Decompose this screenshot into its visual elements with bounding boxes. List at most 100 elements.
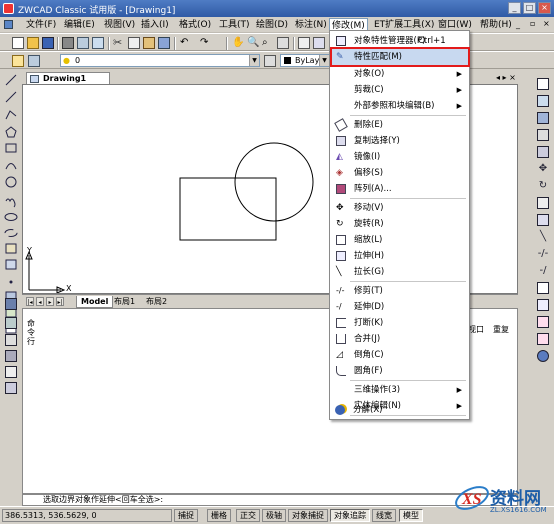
menu-item-chamfer[interactable]: ◿ 倒角(C) — [332, 347, 468, 363]
publish-icon[interactable] — [92, 37, 104, 49]
last-tab-icon[interactable]: ▸| — [56, 297, 64, 306]
layer-state-icon[interactable] — [5, 317, 17, 329]
menu-item-lengthen[interactable]: ╲ 拉长(G) — [332, 264, 468, 280]
menu-item-clip[interactable]: 剪裁(C) ▶ — [332, 82, 468, 98]
menu-view[interactable]: 视图(V) — [102, 18, 137, 32]
menu-item-offset[interactable]: ◈ 偏移(S) — [332, 165, 468, 181]
open-folder-icon[interactable] — [27, 37, 39, 49]
model-toggle[interactable]: 模型 — [399, 509, 423, 522]
menu-tools[interactable]: 工具(T) — [217, 18, 252, 32]
multiline-text-icon[interactable] — [5, 298, 17, 310]
color-select[interactable]: ByLayer ▼ — [280, 54, 330, 67]
menu-item-properties[interactable]: 对象特性管理器(P) Ctrl+1 — [332, 33, 468, 49]
layer-manager-icon[interactable] — [12, 55, 24, 67]
undo-icon[interactable]: ↶ — [180, 37, 192, 49]
copy-icon[interactable] — [128, 37, 140, 49]
extend-object-icon[interactable]: -/ — [537, 265, 549, 277]
menu-item-object[interactable]: 对象(O) ▶ — [332, 66, 468, 82]
copy-object-icon[interactable] — [537, 95, 549, 107]
menu-item-3d-operations[interactable]: 三维操作(3) ▶ — [332, 382, 468, 398]
layer-select[interactable]: ● 0 ▼ — [60, 54, 260, 67]
print-preview-icon[interactable] — [77, 37, 89, 49]
join-object-icon[interactable] — [537, 299, 549, 311]
minimize-icon[interactable]: _ — [508, 2, 521, 14]
save-icon[interactable] — [42, 37, 54, 49]
cut-icon[interactable]: ✂ — [113, 37, 125, 49]
menu-item-trim[interactable]: -/- 修剪(T) — [332, 283, 468, 299]
print-icon[interactable] — [62, 37, 74, 49]
array-object-icon[interactable] — [537, 146, 549, 158]
match-properties-icon[interactable] — [158, 37, 170, 49]
zoom-realtime-icon[interactable]: 🔍 — [247, 37, 259, 49]
table-icon[interactable] — [5, 366, 17, 378]
paste-icon[interactable] — [143, 37, 155, 49]
mirror-object-icon[interactable] — [537, 112, 549, 124]
explode-object-icon[interactable] — [537, 350, 549, 362]
command-line[interactable]: 选取边界对象作延伸<回车全选>: — [22, 494, 518, 506]
menu-item-fillet[interactable]: 圆角(F) — [332, 363, 468, 379]
menu-format[interactable]: 格式(O) — [177, 18, 213, 32]
osnap-toggle[interactable]: 对象捕捉 — [288, 509, 328, 522]
zoom-window-icon[interactable]: ⌕ — [262, 37, 274, 49]
next-tab-icon[interactable]: ▸ — [46, 297, 54, 306]
pan-hand-icon[interactable]: ✋ — [232, 37, 244, 49]
make-current-icon[interactable] — [264, 55, 276, 67]
tab-model[interactable]: Model — [76, 296, 114, 308]
prev-tab-icon[interactable]: ◂ — [36, 297, 44, 306]
close-icon[interactable]: × — [538, 2, 551, 14]
view-icon[interactable] — [5, 334, 17, 346]
move-object-icon[interactable]: ✥ — [537, 163, 549, 175]
break-object-icon[interactable] — [537, 282, 549, 294]
menu-item-explode[interactable]: 分解(X) — [331, 402, 467, 418]
scale-object-icon[interactable] — [537, 197, 549, 209]
menu-item-extend[interactable]: -/ 延伸(D) — [332, 299, 468, 315]
menu-item-join[interactable]: 合并(J) — [332, 331, 468, 347]
chevron-down-icon[interactable]: ▼ — [319, 55, 329, 66]
mdi-close-icon[interactable]: × — [543, 19, 550, 28]
polar-toggle[interactable]: 极轴 — [262, 509, 286, 522]
otrack-toggle[interactable]: 对象追踪 — [330, 509, 370, 522]
redo-icon[interactable]: ↷ — [200, 37, 212, 49]
menu-item-match-properties[interactable]: ✎ 特性匹配(M) — [330, 47, 470, 67]
properties-icon[interactable] — [298, 37, 310, 49]
menu-item-mirror[interactable]: ◭ 镜像(I) — [332, 149, 468, 165]
zoom-previous-icon[interactable] — [277, 37, 289, 49]
grid-toggle[interactable]: 栅格 — [207, 509, 231, 522]
offset-object-icon[interactable] — [537, 129, 549, 141]
trim-object-icon[interactable]: -/- — [537, 248, 549, 260]
menu-draw[interactable]: 绘图(D) — [254, 18, 290, 32]
chamfer-object-icon[interactable] — [537, 316, 549, 328]
menu-item-array[interactable]: 阵列(A)... — [332, 181, 468, 197]
menu-item-rotate[interactable]: ↻ 旋转(R) — [332, 216, 468, 232]
menu-item-stretch[interactable]: 拉伸(H) — [332, 248, 468, 264]
menu-item-scale[interactable]: 缩放(L) — [332, 232, 468, 248]
grid-view-icon[interactable] — [5, 382, 17, 394]
snap-toggle[interactable]: 捕捉 — [174, 509, 198, 522]
lineweight-toggle[interactable]: 线宽 — [372, 509, 396, 522]
doc-tab-controls[interactable]: ◂ ▸ × — [496, 73, 516, 82]
rotate-object-icon[interactable]: ↻ — [537, 180, 549, 192]
fillet-object-icon[interactable] — [537, 333, 549, 345]
first-tab-icon[interactable]: |◂ — [26, 297, 34, 306]
chevron-down-icon[interactable]: ▼ — [249, 55, 259, 66]
menu-insert[interactable]: 插入(I) — [139, 18, 171, 32]
menu-file[interactable]: 文件(F) — [24, 18, 58, 32]
new-file-icon[interactable] — [12, 37, 24, 49]
mdi-minimize-icon[interactable]: _ — [516, 20, 520, 29]
tab-layout1[interactable]: 布局1 — [110, 296, 139, 308]
ortho-toggle[interactable]: 正交 — [236, 509, 260, 522]
stretch-object-icon[interactable] — [537, 214, 549, 226]
design-center-icon[interactable] — [313, 37, 325, 49]
layer-previous-icon[interactable] — [28, 55, 40, 67]
menu-item-break[interactable]: 打断(K) — [332, 315, 468, 331]
menu-item-erase[interactable]: 删除(E) — [332, 117, 468, 133]
tab-layout2[interactable]: 布局2 — [142, 296, 171, 308]
menu-item-xref-block-edit[interactable]: 外部参照和块编辑(B) ▶ — [332, 98, 468, 114]
mdi-restore-icon[interactable]: ▫ — [530, 19, 535, 28]
maximize-icon[interactable]: □ — [523, 2, 536, 14]
menu-item-move[interactable]: ✥ 移动(V) — [332, 200, 468, 216]
menu-edit[interactable]: 编辑(E) — [62, 18, 97, 32]
erase-icon[interactable] — [537, 78, 549, 90]
menu-help[interactable]: 帮助(H) — [478, 18, 514, 32]
lengthen-object-icon[interactable]: ╲ — [537, 231, 549, 243]
